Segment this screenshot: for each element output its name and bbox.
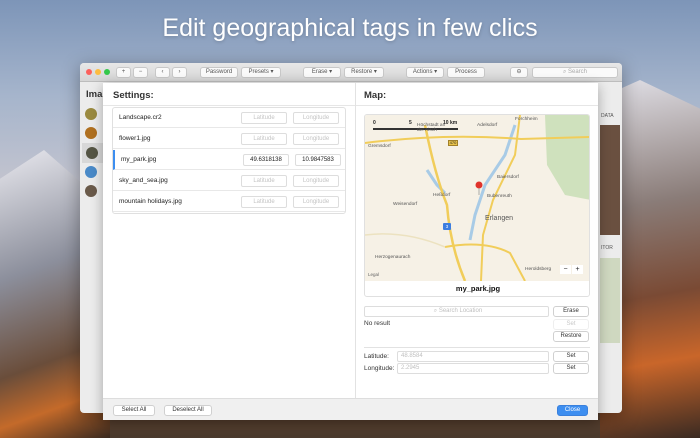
legal-link[interactable]: Legal: [368, 272, 379, 277]
file-list: Landscape.cr2 Latitude Longitude flower1.…: [112, 107, 346, 214]
latitude-field[interactable]: Latitude: [241, 112, 287, 124]
file-name: my_park.jpg: [121, 156, 157, 163]
bottom-bar: Select All Deselect All Close: [103, 398, 598, 420]
map-caption: my_park.jpg: [455, 284, 501, 293]
longitude-field[interactable]: Longitude: [293, 133, 339, 145]
file-row[interactable]: my_park.jpg 49.6318138 10.9847583: [113, 150, 345, 170]
map-place-label: Heßdorf: [433, 193, 451, 198]
minimize-window-button[interactable]: [95, 69, 101, 75]
map-place-label: Erlangen: [485, 215, 514, 222]
map-title: Map:: [364, 90, 387, 101]
process-button[interactable]: Process: [447, 67, 485, 78]
divider: [364, 347, 590, 348]
file-name: mountain holidays.jpg: [119, 198, 182, 205]
scale-label: 5: [409, 120, 412, 126]
road-shield: 470: [448, 140, 458, 146]
longitude-field[interactable]: Longitude: [293, 112, 339, 124]
map-place-label: Gremsdorf: [368, 144, 391, 149]
geotag-sheet: Settings: Landscape.cr2 Latitude Longitu…: [103, 83, 598, 420]
set-location-button[interactable]: Set: [553, 319, 589, 330]
latitude-label: Latitude:: [364, 353, 389, 360]
erase-label: Erase: [311, 69, 328, 75]
set-longitude-button[interactable]: Set: [553, 363, 589, 374]
search-field[interactable]: ⌕ Search: [532, 67, 618, 78]
latitude-field[interactable]: 49.6318138: [243, 154, 289, 166]
metadata-label: DATA: [601, 113, 614, 119]
file-row[interactable]: mountain holidays.jpg Latitude Longitude: [113, 192, 345, 212]
longitude-field[interactable]: 10.9847583: [295, 154, 341, 166]
erase-button[interactable]: Erase: [553, 306, 589, 317]
preview-map: [600, 258, 620, 343]
set-latitude-button[interactable]: Set: [553, 351, 589, 362]
toolbar: + − ‹ › Password Presets ▾ Erase ▾ Resto…: [80, 63, 622, 82]
search-location-placeholder: Search Location: [438, 308, 483, 314]
search-status: No result: [364, 320, 391, 327]
select-all-button[interactable]: Select All: [113, 405, 155, 416]
file-name: Landscape.cr2: [119, 114, 162, 121]
actions-label: Actions: [412, 69, 433, 75]
file-name: flower1.jpg: [119, 135, 151, 142]
restore-label: Restore: [351, 69, 373, 75]
close-button[interactable]: Close: [557, 405, 588, 416]
map-place-label: Forchheim: [515, 117, 538, 122]
map-place-label: Bubenreuth: [487, 194, 512, 199]
map-place-label: Höchstadt an der Aisch: [417, 123, 446, 133]
thumbnail[interactable]: [85, 166, 97, 178]
latitude-field[interactable]: Latitude: [241, 196, 287, 208]
deselect-all-button[interactable]: Deselect All: [164, 405, 212, 416]
zoom-in-button[interactable]: +: [572, 265, 583, 274]
thumbnail[interactable]: [85, 185, 97, 197]
share-icon[interactable]: ⊖: [510, 67, 528, 78]
divider: [103, 105, 355, 106]
longitude-input[interactable]: 2.2945: [397, 363, 549, 374]
divider: [356, 105, 598, 106]
restore-dropdown[interactable]: Restore ▾: [344, 67, 384, 78]
thumbnail-selected[interactable]: [82, 143, 103, 163]
map-place-label: Adelsdorf: [477, 123, 498, 128]
actions-dropdown[interactable]: Actions ▾: [406, 67, 444, 78]
map-card: 0 5 10 km Höchstadt an der Aisch Adelsdor…: [364, 114, 590, 297]
headline: Edit geographical tags in few clics: [162, 14, 538, 42]
forward-button[interactable]: ›: [172, 67, 187, 78]
editor-label: ITOR: [601, 245, 613, 251]
latitude-input[interactable]: 48.8584: [397, 351, 549, 362]
thumbnail[interactable]: [85, 108, 97, 120]
file-row[interactable]: flower1.jpg Latitude Longitude: [113, 129, 345, 149]
password-button[interactable]: Password: [200, 67, 238, 78]
search-placeholder: Search: [568, 69, 588, 75]
erase-dropdown[interactable]: Erase ▾: [303, 67, 341, 78]
file-row[interactable]: Landscape.cr2 Latitude Longitude: [113, 108, 345, 128]
longitude-field[interactable]: Longitude: [293, 196, 339, 208]
preview-image: [600, 125, 620, 235]
restore-button[interactable]: Restore: [553, 331, 589, 342]
presets-dropdown[interactable]: Presets ▾: [241, 67, 281, 78]
presets-label: Presets: [248, 69, 269, 75]
close-window-button[interactable]: [86, 69, 92, 75]
map-place-label: Baiersdorf: [497, 175, 519, 180]
motorway-shield: 3: [443, 223, 451, 230]
search-location-input[interactable]: ⌕ Search Location: [364, 306, 549, 317]
back-button[interactable]: ‹: [155, 67, 170, 78]
map-place-label: Herzogenaurach: [375, 255, 411, 260]
longitude-field[interactable]: Longitude: [293, 175, 339, 187]
latitude-field[interactable]: Latitude: [241, 175, 287, 187]
panel-divider: [355, 83, 356, 398]
remove-button[interactable]: −: [133, 67, 148, 78]
location-pin-icon: [475, 181, 483, 189]
map-place-label: Heroldsberg: [525, 267, 552, 272]
images-title: Ima: [86, 89, 103, 100]
latitude-field[interactable]: Latitude: [241, 133, 287, 145]
settings-title: Settings:: [113, 90, 154, 101]
zoom-window-button[interactable]: [104, 69, 110, 75]
longitude-label: Longitude:: [364, 365, 395, 372]
add-button[interactable]: +: [116, 67, 131, 78]
thumbnail[interactable]: [85, 127, 97, 139]
scale-label: 0: [373, 120, 376, 126]
map-place-label: Weisendorf: [393, 202, 418, 207]
file-row[interactable]: sky_and_sea.jpg Latitude Longitude: [113, 171, 345, 191]
zoom-out-button[interactable]: −: [560, 265, 571, 274]
file-name: sky_and_sea.jpg: [119, 177, 168, 184]
